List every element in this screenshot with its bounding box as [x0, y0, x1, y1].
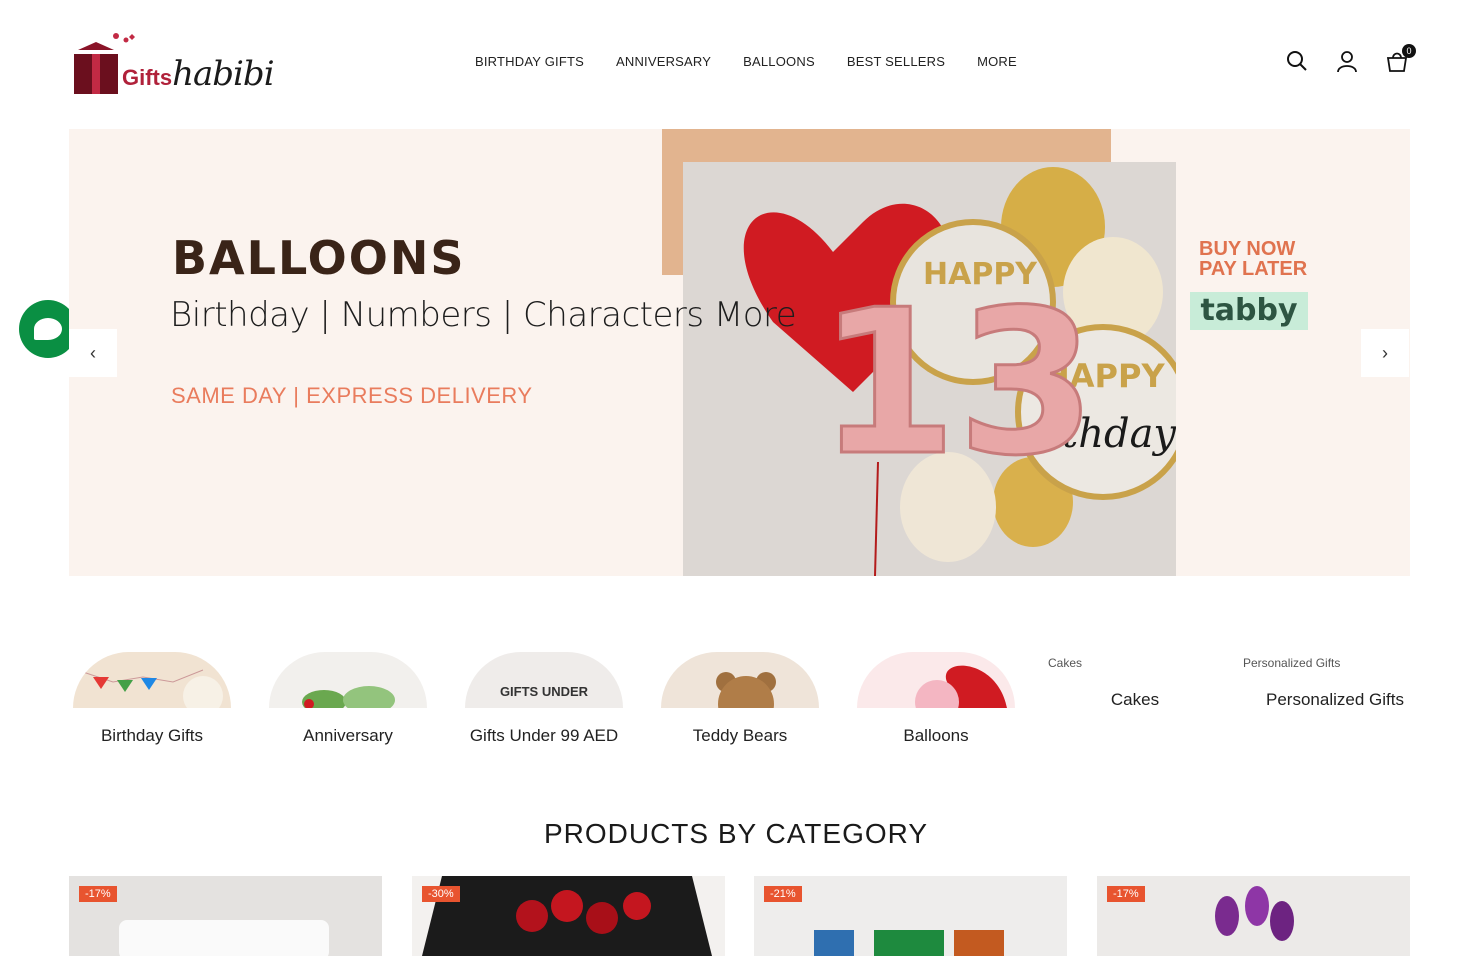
nav-birthday-gifts[interactable]: BIRTHDAY GIFTS	[475, 54, 584, 69]
hero-title: BALLOONS	[172, 231, 466, 285]
category-label: Cakes	[1110, 690, 1160, 709]
discount-badge: -17%	[1107, 886, 1145, 902]
broken-image-alt: Personalized Gifts	[1243, 656, 1341, 670]
product-card[interactable]: -30%	[412, 876, 725, 956]
category-label: Balloons	[903, 726, 969, 745]
carousel-next-button[interactable]: ›	[1361, 329, 1409, 377]
cart-count-badge: 0	[1402, 44, 1416, 58]
nav-anniversary[interactable]: ANNIVERSARY	[616, 54, 711, 69]
section-title: PRODUCTS BY CATEGORY	[543, 818, 929, 849]
category-gifts-under-99[interactable]: GIFTS UNDER Gifts Under 99 AED	[465, 652, 623, 746]
balloon-number-13: 13	[818, 267, 1096, 500]
category-label: Anniversary	[303, 726, 393, 745]
broken-image-alt: Cakes	[1048, 656, 1083, 670]
category-label: Birthday Gifts	[100, 726, 204, 745]
category-thumb-teddy	[661, 652, 819, 708]
hero-delivery-text: SAME DAY | EXPRESS DELIVERY	[171, 383, 533, 408]
category-birthday-gifts[interactable]: Birthday Gifts	[73, 652, 231, 746]
discount-badge: -30%	[422, 886, 460, 902]
carousel-prev-button[interactable]: ‹	[69, 329, 117, 377]
bnpl-line-2: PAY LATER	[1199, 258, 1308, 280]
category-label: Gifts Under 99 AED	[469, 726, 619, 745]
nav-balloons[interactable]: BALLOONS	[743, 54, 815, 69]
thumb-text: GIFTS UNDER	[499, 684, 589, 699]
bnpl-text: BUY NOW PAY LATER	[1199, 239, 1339, 279]
category-personalized-gifts[interactable]: Personalized Gifts Personalized Gifts	[1235, 656, 1435, 710]
category-thumb-anniversary	[269, 652, 427, 708]
chevron-right-icon: ›	[1382, 342, 1388, 363]
category-teddy-bears[interactable]: Teddy Bears	[661, 652, 819, 746]
category-balloons[interactable]: Balloons	[857, 652, 1015, 746]
product-card[interactable]: -17%	[1097, 876, 1410, 956]
logo-wordmark: Giftshabibi	[122, 54, 275, 94]
site-logo[interactable]: Giftshabibi	[70, 28, 290, 100]
cart-icon[interactable]: 0	[1384, 44, 1416, 74]
nav-best-sellers[interactable]: BEST SELLERS	[847, 54, 945, 69]
chevron-left-icon: ‹	[90, 342, 96, 363]
balloons-hero-image: HAPPY HAPPY rthday 13	[683, 162, 1176, 576]
search-icon[interactable]	[1284, 48, 1310, 74]
header-actions: 0	[1284, 44, 1416, 74]
category-anniversary[interactable]: Anniversary	[269, 652, 427, 746]
product-card[interactable]: -17%	[69, 876, 382, 956]
category-thumb-balloons	[857, 652, 1015, 708]
chat-icon	[34, 318, 62, 340]
hero-subtitle: Birthday | Numbers | Characters More	[170, 295, 797, 335]
main-navigation: BIRTHDAY GIFTS ANNIVERSARY BALLOONS BEST…	[475, 54, 1017, 69]
category-cakes[interactable]: Cakes Cakes	[1040, 656, 1230, 710]
tabby-logo: tabby	[1190, 292, 1308, 330]
discount-badge: -21%	[764, 886, 802, 902]
category-label: Personalized Gifts	[1266, 690, 1404, 709]
account-icon[interactable]	[1334, 48, 1360, 74]
nav-more[interactable]: MORE	[977, 54, 1017, 69]
bnpl-line-1: BUY NOW	[1199, 238, 1296, 260]
category-label: Teddy Bears	[692, 726, 788, 745]
hero-banner[interactable]: HAPPY HAPPY rthday 13 BALLOONS Birthday …	[69, 129, 1410, 576]
category-thumb-gifts-under: GIFTS UNDER	[465, 652, 623, 708]
product-card[interactable]: -21%	[754, 876, 1067, 956]
category-thumb-birthday	[73, 652, 231, 708]
